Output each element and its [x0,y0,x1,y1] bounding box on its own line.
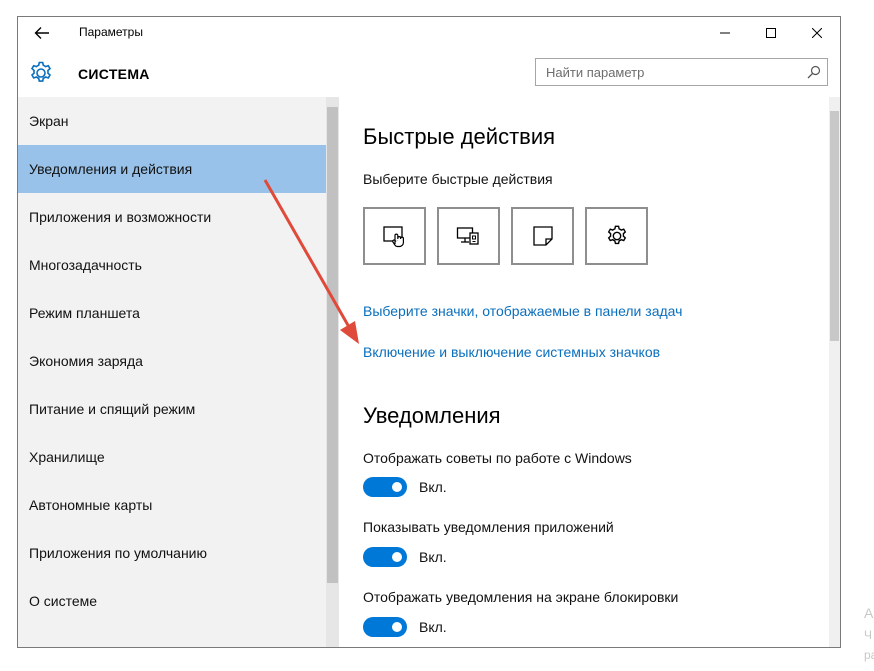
toggle-label-app-notifications: Показывать уведомления приложений [363,519,614,535]
back-arrow-icon [34,27,49,39]
lock-screen-toggle[interactable] [363,617,407,637]
maximize-icon [766,28,776,38]
toggle-state-lock-screen: Вкл. [419,619,447,635]
sidebar-scrollbar-thumb[interactable] [327,107,338,583]
toggle-label-lock-screen: Отображать уведомления на экране блокиро… [363,589,679,605]
search-icon[interactable] [807,65,821,79]
notifications-heading: Уведомления [363,403,501,428]
sidebar-item-power-sleep[interactable]: Питание и спящий режим [18,385,326,433]
close-button[interactable] [794,17,840,49]
quick-action-settings[interactable] [585,207,648,265]
tablet-mode-icon [382,226,404,248]
title-bar: Параметры [18,17,840,49]
toggle-state-windows-tips: Вкл. [419,479,447,495]
note-icon [532,226,553,246]
toggle-knob [392,552,402,562]
sidebar: Экран Уведомления и действия Приложения … [18,97,326,647]
quick-actions-subtitle: Выберите быстрые действия [363,171,553,187]
sidebar-item-screen[interactable]: Экран [18,97,326,145]
minimize-icon [720,32,730,34]
windows-tips-toggle[interactable] [363,477,407,497]
project-icon [456,227,479,245]
sidebar-item-apps-features[interactable]: Приложения и возможности [18,193,326,241]
settings-window: Параметры СИСТЕМА Экран Уведомле [17,16,841,648]
close-icon [812,28,822,38]
quick-action-tablet-mode[interactable] [363,207,426,265]
settings-icon [607,225,626,245]
content-scrollbar-thumb[interactable] [830,111,839,341]
section-title: СИСТЕМА [78,66,150,82]
window-title: Параметры [79,25,143,39]
content-pane: Быстрые действия Выберите быстрые действ… [339,97,829,647]
toggle-knob [392,482,402,492]
page-header: СИСТЕМА [18,49,840,97]
gear-icon [30,61,52,82]
sidebar-item-notifications[interactable]: Уведомления и действия [18,145,326,193]
back-button[interactable] [28,21,56,45]
background-text: Ч [864,628,872,642]
quick-action-project[interactable] [437,207,500,265]
sidebar-scrollbar[interactable] [326,97,339,647]
toggle-label-windows-tips: Отображать советы по работе с Windows [363,450,632,466]
background-text: А [864,605,874,621]
sidebar-item-default-apps[interactable]: Приложения по умолчанию [18,529,326,577]
minimize-button[interactable] [702,17,748,49]
search-box[interactable] [535,58,828,86]
toggle-knob [392,622,402,632]
sidebar-item-battery-saver[interactable]: Экономия заряда [18,337,326,385]
quick-actions-heading: Быстрые действия [363,124,556,149]
maximize-button[interactable] [748,17,794,49]
toggle-state-app-notifications: Вкл. [419,549,447,565]
system-icons-link[interactable]: Включение и выключение системных значков [363,344,660,360]
sidebar-item-multitasking[interactable]: Многозадачность [18,241,326,289]
sidebar-item-tablet-mode[interactable]: Режим планшета [18,289,326,337]
sidebar-item-storage[interactable]: Хранилище [18,433,326,481]
taskbar-icons-link[interactable]: Выберите значки, отображаемые в панели з… [363,303,682,319]
search-input[interactable] [536,59,806,85]
sidebar-item-about[interactable]: О системе [18,577,326,625]
sidebar-item-offline-maps[interactable]: Автономные карты [18,481,326,529]
background-text: ра [864,648,874,662]
quick-action-note[interactable] [511,207,574,265]
app-notifications-toggle[interactable] [363,547,407,567]
content-scrollbar[interactable] [829,97,840,647]
